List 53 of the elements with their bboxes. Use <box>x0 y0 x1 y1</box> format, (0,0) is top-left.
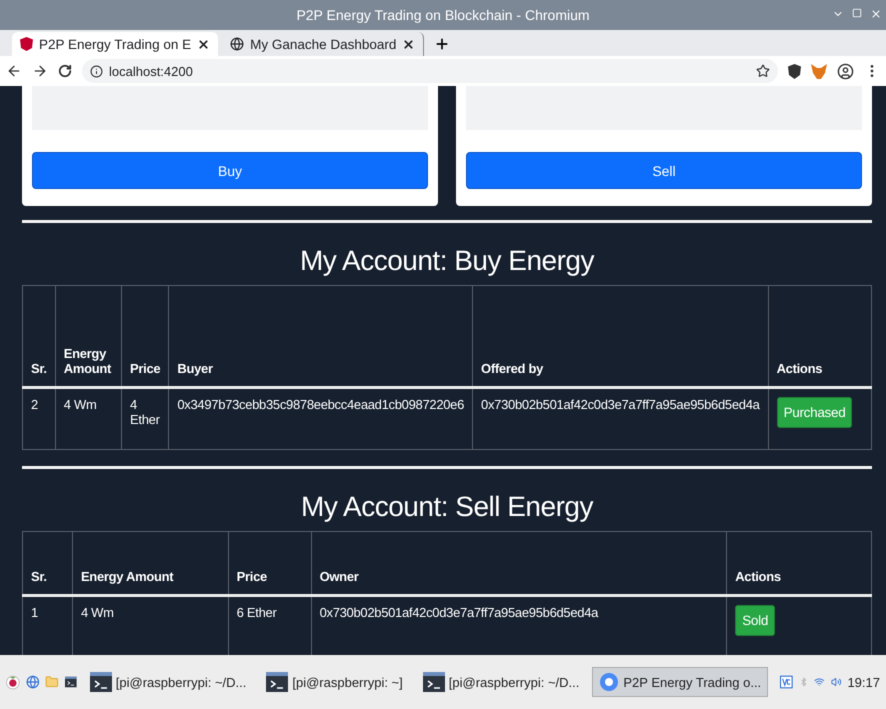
address-bar[interactable]: localhost:4200 <box>82 59 778 83</box>
star-icon[interactable] <box>756 64 770 78</box>
task-label: [pi@raspberrypi: ~/D... <box>116 674 246 690</box>
info-icon <box>90 64 103 78</box>
terminal-icon <box>422 672 445 692</box>
back-icon[interactable] <box>6 63 22 79</box>
section-heading: My Account: Sell Energy <box>300 491 594 523</box>
taskbar-task[interactable]: [pi@raspberrypi: ~/D... <box>82 667 254 697</box>
column-header: Energy Amount <box>72 532 228 596</box>
table-cell: 2 <box>22 388 56 450</box>
table-cell: 0x730b02b501af42c0d3e7a7ff7a95ae95b6d5ed4a <box>472 388 768 450</box>
column-header: Actions <box>768 286 872 388</box>
column-header: Sr. <box>22 286 56 388</box>
globe-icon <box>230 37 244 51</box>
table-cell: 4 Wm <box>55 388 122 450</box>
shield-icon[interactable] <box>788 64 801 78</box>
close-icon[interactable] <box>402 38 416 50</box>
browser-tab[interactable]: P2P Energy Trading on E <box>12 32 218 56</box>
trade-button[interactable]: Buy <box>32 152 428 189</box>
url-text: localhost:4200 <box>109 64 193 78</box>
column-header: Sr. <box>22 532 72 596</box>
clock: 19:17 <box>847 674 880 690</box>
terminal-icon <box>266 672 288 692</box>
new-tab-icon[interactable] <box>434 36 450 52</box>
table-cell: 0x3497b73cebb35c9878eebcc4eaad1cb0987220e6 <box>168 388 473 450</box>
profile-icon[interactable] <box>837 62 854 80</box>
browser-icon <box>599 672 620 692</box>
task-label: P2P Energy Trading o... <box>623 674 762 690</box>
column-header: Actions <box>726 532 872 596</box>
taskbar-task[interactable]: [pi@raspberrypi: ~] <box>259 667 410 697</box>
window-title: P2P Energy Trading on Blockchain - Chromium <box>296 7 590 23</box>
taskbar-task[interactable]: P2P Energy Trading o... <box>592 667 768 697</box>
fox-icon[interactable] <box>811 64 827 78</box>
forward-icon[interactable] <box>32 63 48 79</box>
table-cell: 4 Ether <box>122 388 169 450</box>
column-header: Energy Amount <box>55 286 122 388</box>
reload-icon[interactable] <box>58 64 72 78</box>
column-header: Offered by <box>472 286 768 388</box>
terminal-icon <box>90 672 112 692</box>
column-header: Owner <box>311 532 727 596</box>
task-label: [pi@raspberrypi: ~] <box>292 674 403 690</box>
column-header: Buyer <box>168 286 473 388</box>
tab-title: P2P Energy Trading on E <box>39 36 192 52</box>
column-header: Price <box>228 532 312 596</box>
taskbar-task[interactable]: [pi@raspberrypi: ~/D... <box>416 667 586 697</box>
trade-button[interactable]: Sell <box>466 152 862 189</box>
task-label: [pi@raspberrypi: ~/D... <box>448 674 580 690</box>
tab-title: My Ganache Dashboard <box>250 36 396 52</box>
maximize-icon[interactable] <box>852 8 862 18</box>
section-heading: My Account: Buy Energy <box>298 245 596 277</box>
close-icon[interactable] <box>197 38 210 50</box>
column-header: Price <box>122 286 169 388</box>
shield-icon <box>20 37 33 51</box>
